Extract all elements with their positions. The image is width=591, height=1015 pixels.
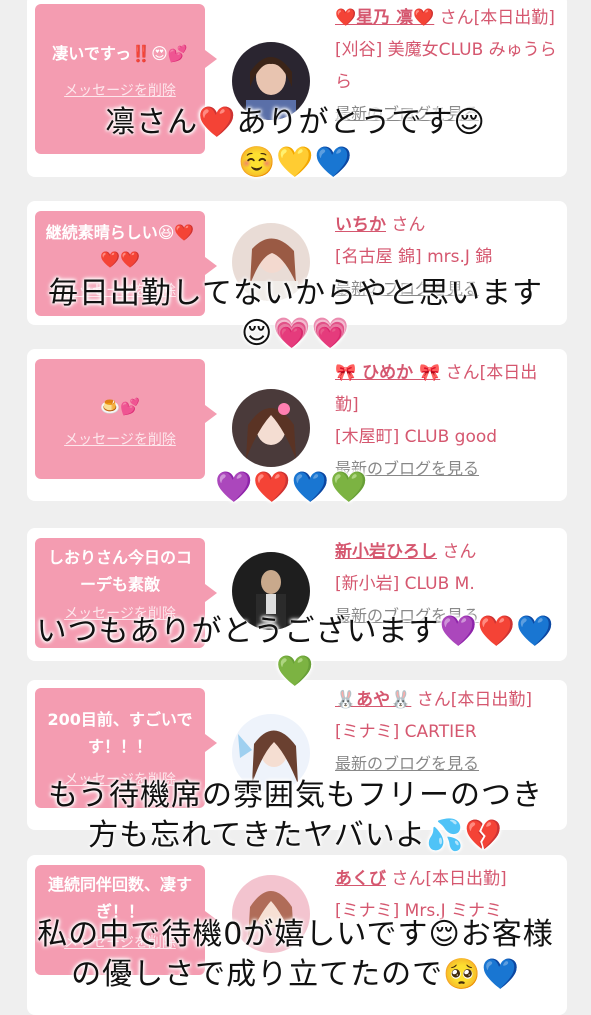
overlay-caption: 凛さん❤️ありがとうです😌 ☺️💛💙 xyxy=(0,103,591,183)
shop-name: [新小岩] CLUB M. xyxy=(335,574,475,594)
shop-name: [ミナミ] CARTIER xyxy=(335,722,477,742)
cast-name-link[interactable]: あくび xyxy=(335,869,386,889)
message-text: 200目前、すごいです！！！ xyxy=(47,710,193,756)
shop-name: [刈谷] 美魔女CLUB みゅうらら xyxy=(335,40,557,92)
overlay-caption-line: 方も忘れてきたヤバいよ💦💔 xyxy=(88,818,503,853)
overlay-caption-line: 毎日出勤してないからやと思います xyxy=(47,276,544,311)
cast-info: 🐰あや🐰 さん[本日出勤] [ミナミ] CARTIER 最新のブログを見る xyxy=(335,684,560,780)
shop-name: [木屋町] CLUB good xyxy=(335,427,498,447)
message-text: しおりさん今日のコーデも素敵 xyxy=(47,548,192,594)
cast-name-link[interactable]: 🎀 ひめか 🎀 xyxy=(335,363,440,383)
delete-message-link[interactable]: メッセージを削除 xyxy=(35,430,205,450)
cast-suffix: さん xyxy=(391,215,426,235)
overlay-caption-line: 凛さん❤️ありがとうです😌 xyxy=(105,105,486,140)
cast-name-link[interactable]: 新小岩ひろし xyxy=(335,542,437,562)
cast-suffix: さん[本日出勤] xyxy=(416,690,533,710)
message-text: 継続素晴らしい😆❤️❤️❤️ xyxy=(45,223,195,269)
shop-name: [名古屋 錦] mrs.J 錦 xyxy=(335,247,493,267)
cast-name-link[interactable]: いちか xyxy=(335,215,386,235)
overlay-caption-line: いつもありがとうございます💜❤️💙 xyxy=(36,614,555,649)
cast-info: 🎀 ひめか 🎀 さん[本日出勤] [木屋町] CLUB good 最新のブログを… xyxy=(335,357,560,485)
overlay-caption: 毎日出勤してないからやと思います 😌💗💗 xyxy=(0,274,591,354)
overlay-caption-line: 😌💗💗 xyxy=(241,316,350,351)
overlay-caption-line: ☺️💛💙 xyxy=(237,145,354,180)
overlay-caption: 私の中で待機0が嬉しいです😌お客様 の優しさで成り立てたので🥺💙 xyxy=(0,915,591,995)
message-bubble: 🍮💕 メッセージを削除 xyxy=(35,359,217,479)
avatar[interactable] xyxy=(232,389,310,467)
cast-suffix: さん[本日出勤] xyxy=(391,869,507,889)
overlay-caption: 💜❤️💙💚 xyxy=(0,468,584,508)
overlay-caption-line: 私の中で待機0が嬉しいです😌お客様 xyxy=(37,917,554,952)
cast-suffix: さん xyxy=(442,542,477,562)
overlay-caption-line: 💚 xyxy=(276,654,315,689)
message-text: 凄いですっ‼️😍💕 xyxy=(52,44,188,63)
cast-name-link[interactable]: 🐰あや🐰 xyxy=(335,690,411,710)
delete-message-link[interactable]: メッセージを削除 xyxy=(35,81,205,101)
overlay-caption-line: 💜❤️💙💚 xyxy=(215,470,369,505)
overlay-caption: もう待機席の雰囲気もフリーのつき 方も忘れてきたヤバいよ💦💔 xyxy=(0,776,591,856)
overlay-caption-line: の優しさで成り立てたので🥺💙 xyxy=(71,957,520,992)
message-text: 🍮💕 xyxy=(100,397,140,416)
overlay-caption-line: もう待機席の雰囲気もフリーのつき xyxy=(47,778,544,813)
cast-suffix: さん[本日出勤] xyxy=(439,8,555,28)
cast-name-link[interactable]: ❤️星乃 凛❤️ xyxy=(335,8,434,28)
overlay-caption: いつもありがとうございます💜❤️💙 💚 xyxy=(0,612,591,692)
